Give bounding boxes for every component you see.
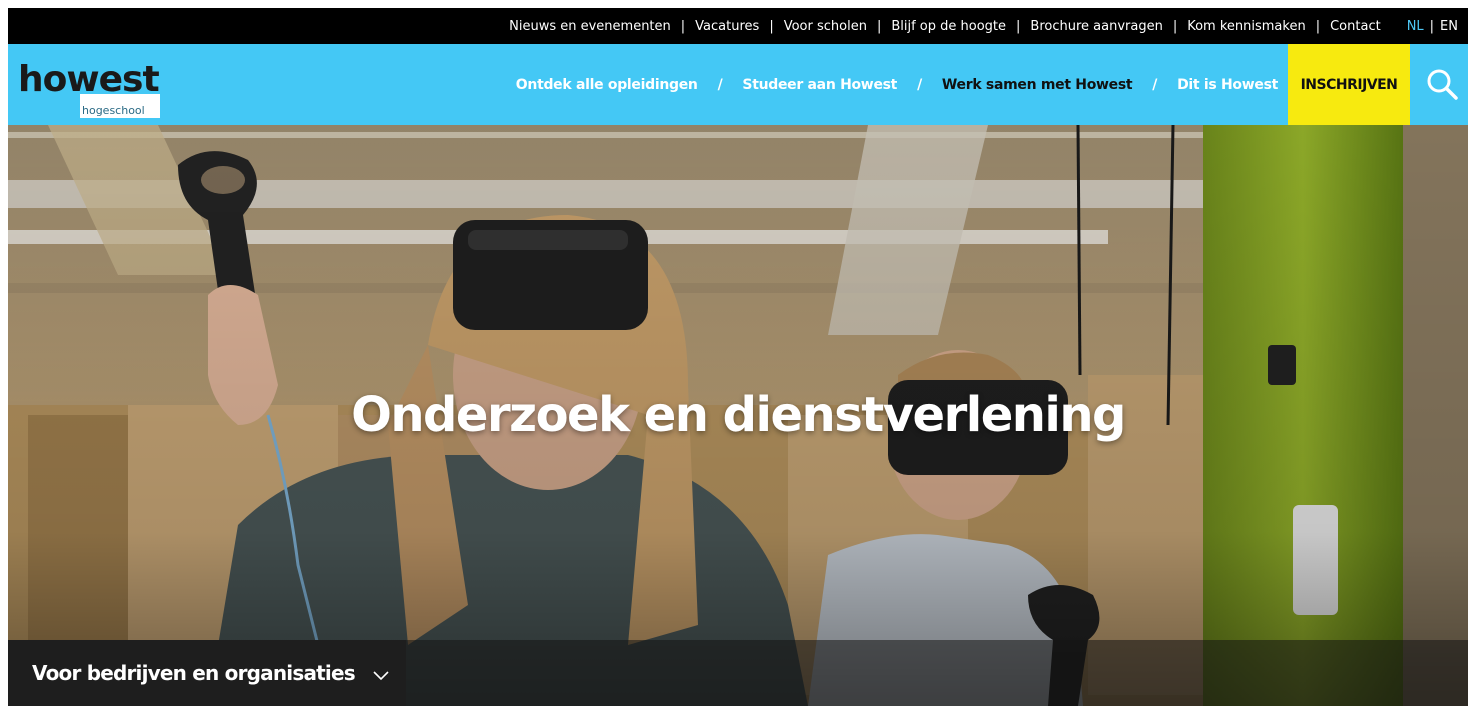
lang-separator: | <box>1429 18 1435 34</box>
nav-separator: / <box>917 76 922 93</box>
topbar-link-stay-updated[interactable]: Blijf op de hoogte <box>891 19 1006 34</box>
separator: | <box>1315 18 1321 34</box>
nav-separator: / <box>1152 76 1158 93</box>
nav-item-programs[interactable]: Ontdek alle opleidingen <box>516 77 698 93</box>
hero-title: Onderzoek en dienstverlening <box>351 387 1126 443</box>
separator: | <box>1016 18 1021 34</box>
separator: | <box>1172 18 1178 34</box>
separator: | <box>876 18 882 34</box>
topbar-link-schools[interactable]: Voor scholen <box>784 19 867 34</box>
audience-dropdown[interactable]: Voor bedrijven en organisaties <box>8 640 406 706</box>
nav-item-work-together[interactable]: Werk samen met Howest <box>942 77 1133 93</box>
topbar-link-contact[interactable]: Contact <box>1330 19 1381 34</box>
utility-bar: Nieuws en evenementen | Vacatures | Voor… <box>8 8 1468 44</box>
primary-nav-links: Ontdek alle opleidingen / Studeer aan Ho… <box>516 44 1279 125</box>
nav-item-study[interactable]: Studeer aan Howest <box>742 77 897 93</box>
lang-en[interactable]: EN <box>1440 19 1458 34</box>
topbar-link-jobs[interactable]: Vacatures <box>695 19 759 34</box>
separator: | <box>769 18 774 34</box>
chevron-down-icon <box>373 668 389 681</box>
lang-nl[interactable]: NL <box>1407 19 1424 34</box>
hero-banner: Onderzoek en dienstverlening <box>8 125 1468 706</box>
dropdown-label: Voor bedrijven en organisaties <box>32 661 356 685</box>
topbar-link-news[interactable]: Nieuws en evenementen <box>509 19 671 34</box>
logo-subtitle: hogeschool <box>82 104 145 117</box>
search-icon[interactable] <box>1424 66 1460 102</box>
register-button[interactable]: INSCHRIJVEN <box>1288 44 1410 125</box>
hero-bottom-strip <box>406 640 1468 706</box>
logo-wordmark: howest <box>18 59 160 100</box>
nav-separator: / <box>717 76 723 93</box>
logo[interactable]: howest hogeschool <box>18 59 160 120</box>
topbar-link-brochure[interactable]: Brochure aanvragen <box>1030 19 1162 34</box>
topbar-link-meet[interactable]: Kom kennismaken <box>1187 19 1306 34</box>
separator: | <box>680 18 686 34</box>
main-navigation: howest hogeschool Ontdek alle opleidinge… <box>8 44 1468 125</box>
language-switcher: NL | EN <box>1407 19 1458 34</box>
nav-item-about[interactable]: Dit is Howest <box>1177 77 1278 93</box>
